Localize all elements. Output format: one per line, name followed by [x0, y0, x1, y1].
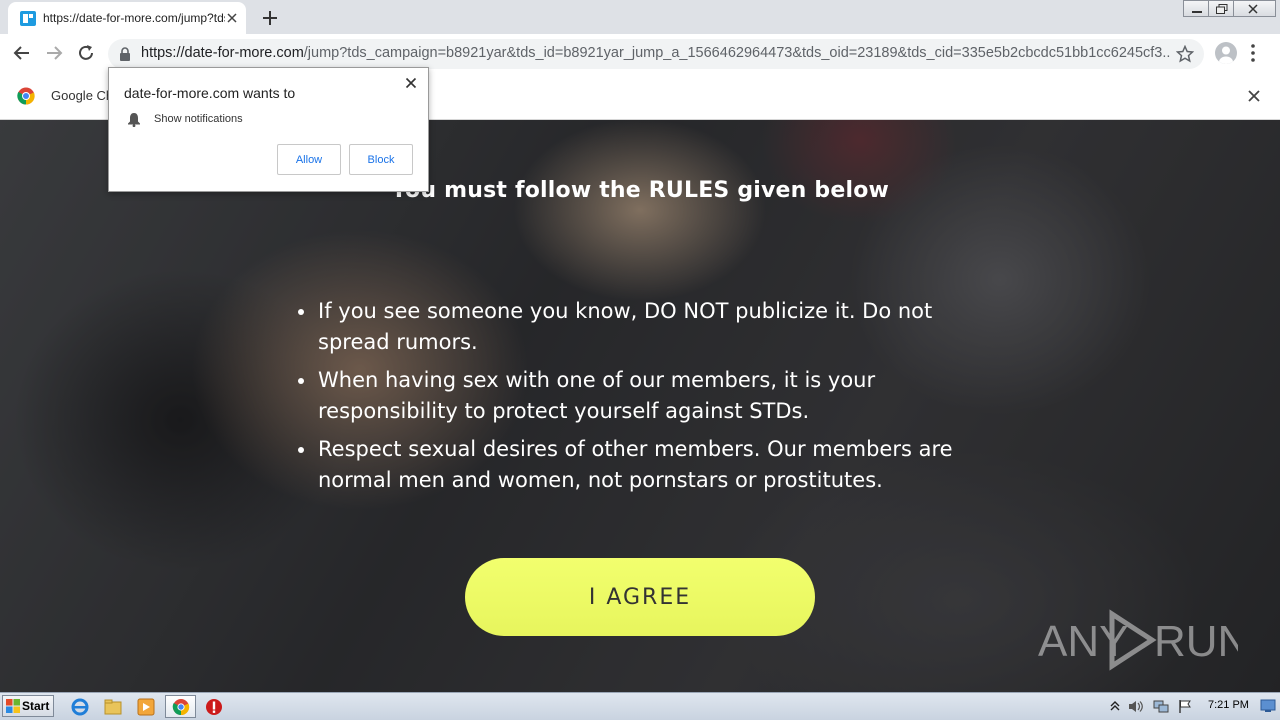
action-center-flag-icon[interactable]	[1178, 699, 1193, 714]
new-tab-icon[interactable]	[260, 8, 280, 28]
internet-explorer-icon[interactable]	[70, 697, 90, 717]
show-desktop-icon[interactable]	[1260, 699, 1276, 713]
lock-icon[interactable]	[119, 47, 131, 61]
anyrun-watermark-logo: ANY RUN	[1038, 609, 1238, 671]
list-item: If you see someone you know, DO NOT publ…	[298, 296, 998, 358]
url-text[interactable]: https://date-for-more.com/jump?tds_campa…	[141, 45, 1171, 61]
windows-logo-icon	[6, 699, 20, 713]
permission-item-label: Show notifications	[154, 113, 243, 125]
address-bar[interactable]: https://date-for-more.com/jump?tds_campa…	[108, 39, 1204, 69]
agree-button[interactable]: I AGREE	[465, 558, 815, 636]
bookmark-star-icon[interactable]	[1176, 45, 1194, 63]
bell-icon	[128, 113, 140, 127]
start-button[interactable]: Start	[2, 695, 54, 717]
network-icon[interactable]	[1153, 699, 1169, 714]
tab-title: https://date-for-more.com/jump?tds	[43, 11, 225, 25]
page-content: You must follow the RULES given below If…	[0, 120, 1280, 692]
back-arrow-icon[interactable]	[10, 41, 34, 65]
menu-dots-icon[interactable]	[1250, 43, 1256, 63]
close-window-button[interactable]	[1233, 0, 1276, 17]
restore-button[interactable]	[1208, 0, 1235, 17]
windows-taskbar: Start 7:21 PM	[0, 692, 1280, 720]
restore-icon	[1216, 4, 1228, 14]
volume-icon[interactable]	[1128, 699, 1144, 714]
profile-avatar-icon[interactable]	[1215, 42, 1237, 64]
minimize-button[interactable]	[1183, 0, 1210, 17]
start-label: Start	[22, 699, 50, 713]
popup-close-icon[interactable]	[405, 77, 417, 89]
tab-close-icon[interactable]	[224, 10, 240, 26]
block-button[interactable]: Block	[349, 144, 413, 175]
allow-button[interactable]: Allow	[277, 144, 341, 175]
media-player-icon[interactable]	[136, 697, 156, 717]
popup-title: date-for-more.com wants to	[124, 85, 296, 101]
chrome-icon	[172, 699, 190, 716]
reload-icon[interactable]	[74, 41, 98, 65]
notification-permission-popup: date-for-more.com wants to Show notifica…	[108, 67, 429, 192]
minimize-icon	[1192, 11, 1202, 13]
svg-text:ANY: ANY	[1038, 617, 1128, 666]
url-path: /jump?tds_campaign=b8921yar&tds_id=b8921…	[303, 45, 1171, 61]
forward-arrow-icon[interactable]	[42, 41, 66, 65]
chrome-taskbar-button[interactable]	[165, 695, 196, 718]
url-host: https://date-for-more.com	[141, 45, 304, 61]
infobar-text: Google Ch	[51, 88, 114, 103]
rules-list: If you see someone you know, DO NOT publ…	[298, 296, 998, 503]
tray-expand-arrow-icon[interactable]	[1110, 699, 1120, 713]
opera-warning-icon[interactable]	[204, 697, 224, 717]
svg-text:RUN: RUN	[1154, 617, 1238, 666]
tab-strip: https://date-for-more.com/jump?tds	[0, 0, 1280, 34]
clock: 7:21 PM	[1208, 699, 1249, 711]
list-item: When having sex with one of our members,…	[298, 365, 998, 427]
close-window-icon	[1248, 4, 1258, 14]
file-explorer-icon[interactable]	[103, 697, 123, 717]
list-item: Respect sexual desires of other members.…	[298, 434, 998, 496]
chrome-logo-icon	[17, 87, 35, 105]
browser-tab[interactable]: https://date-for-more.com/jump?tds	[8, 2, 246, 34]
site-favicon-icon	[20, 11, 36, 26]
infobar-close-icon[interactable]	[1247, 89, 1261, 103]
